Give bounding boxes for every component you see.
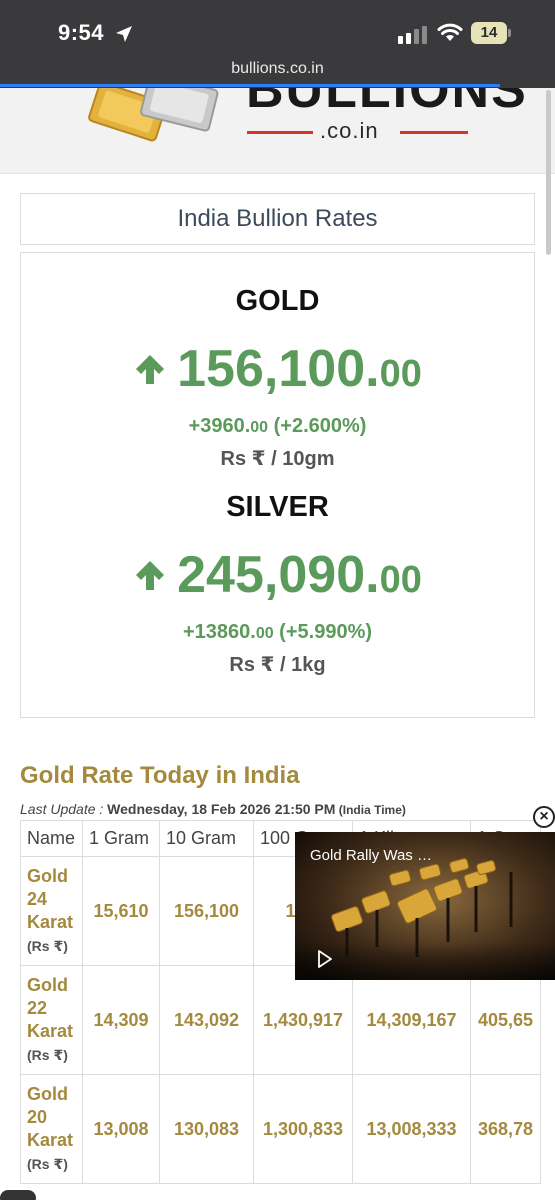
- gold-price-decimals: 00: [379, 353, 422, 395]
- logo-rule-right: [400, 131, 468, 134]
- row-currency: (Rs ₹): [27, 1156, 68, 1172]
- table-cell: 156,100: [159, 856, 254, 966]
- table-cell: 13,008,333: [352, 1074, 471, 1184]
- video-title[interactable]: Gold Rally Was …: [310, 847, 432, 864]
- column-header: 10 Gram: [159, 820, 254, 857]
- table-cell: 143,092: [159, 965, 254, 1075]
- location-arrow-icon: [116, 26, 132, 42]
- last-update-timezone: (India Time): [335, 803, 406, 817]
- gold-label: GOLD: [235, 285, 320, 317]
- battery-icon: 14: [471, 22, 513, 44]
- silver-change-value: +13860.: [182, 621, 256, 643]
- silver-label: SILVER: [226, 491, 329, 523]
- gold-price: 156,100. 00: [21, 339, 534, 399]
- row-name-cell: Gold 22 Karat (Rs ₹): [20, 965, 83, 1075]
- last-update-label: Last Update :: [20, 801, 108, 817]
- column-header: 1 Gram: [82, 820, 160, 857]
- up-arrow-icon: [136, 561, 165, 590]
- gold-price-integer: 156,100.: [177, 340, 380, 398]
- table-cell: 405,65: [470, 965, 541, 1075]
- floating-video-player[interactable]: Gold Rally Was …: [295, 832, 555, 980]
- last-update: Last Update : Wednesday, 18 Feb 2026 21:…: [20, 801, 406, 817]
- status-bar: 9:54 14 bullions.co.in: [0, 0, 555, 88]
- row-currency: (Rs ₹): [27, 1047, 68, 1063]
- section-title: Gold Rate Today in India: [20, 762, 300, 789]
- row-currency: (Rs ₹): [27, 938, 68, 954]
- column-header: Name: [20, 820, 83, 857]
- site-logo-domain: .co.in: [320, 118, 379, 143]
- address-bar-url[interactable]: bullions.co.in: [0, 60, 555, 78]
- last-update-value: Wednesday, 18 Feb 2026 21:50 PM: [107, 801, 336, 817]
- next-row-partial: [0, 1190, 36, 1200]
- site-logo-wordmark: BULLIONS: [246, 88, 528, 119]
- battery-level: 14: [471, 22, 507, 44]
- row-name-line: Gold: [27, 866, 68, 886]
- silver-unit: Rs ₹ / 1kg: [229, 654, 326, 676]
- table-row: Gold 22 Karat (Rs ₹) 14,309 143,092 1,430,9…: [20, 965, 541, 1075]
- silver-price-integer: 245,090.: [177, 546, 380, 604]
- silver-change-decimals: 00: [255, 625, 274, 642]
- row-name-cell: Gold 24 Karat (Rs ₹): [20, 856, 83, 966]
- silver-change: +13860.00 (+5.990%): [21, 621, 534, 644]
- page-title: India Bullion Rates: [20, 193, 535, 245]
- site-header[interactable]: BULLIONS .co.in: [0, 88, 555, 174]
- silver-price-decimals: 00: [379, 559, 422, 601]
- table-cell: 130,083: [159, 1074, 254, 1184]
- rates-panel: GOLD 156,100. 00 +3960.00 (+2.600%) Rs ₹ …: [20, 252, 535, 718]
- cellular-signal-icon: [398, 26, 427, 44]
- gold-bars-logo-image: [88, 88, 219, 142]
- table-cell: 14,309,167: [352, 965, 471, 1075]
- gold-unit: Rs ₹ / 10gm: [220, 448, 335, 470]
- close-icon[interactable]: ×: [533, 806, 555, 828]
- row-name-line: Karat: [27, 1130, 74, 1150]
- logo-rule-left: [247, 131, 313, 134]
- battery-tip: [508, 29, 511, 37]
- video-controls-shade: [295, 942, 555, 980]
- page-scrollbar[interactable]: [546, 90, 551, 255]
- wifi-icon: [437, 23, 463, 41]
- gold-change: +3960.00 (+2.600%): [21, 415, 534, 438]
- row-name-line: Karat: [27, 1021, 74, 1041]
- row-name-line: Karat: [27, 912, 74, 932]
- table-cell: 368,78: [470, 1074, 541, 1184]
- table-row: Gold 20 Karat (Rs ₹) 13,008 130,083 1,300,8…: [20, 1074, 541, 1184]
- table-cell: 14,309: [82, 965, 160, 1075]
- table-cell: 13,008: [82, 1074, 160, 1184]
- row-name-line: Gold: [27, 1084, 68, 1104]
- play-icon[interactable]: [317, 950, 333, 968]
- table-cell: 1,430,917: [253, 965, 353, 1075]
- gold-change-decimals: 00: [250, 419, 269, 436]
- silver-price: 245,090. 00: [21, 545, 534, 605]
- row-name-cell: Gold 20 Karat (Rs ₹): [20, 1074, 83, 1184]
- table-cell: 1,300,833: [253, 1074, 353, 1184]
- row-name-line: Gold: [27, 975, 68, 995]
- table-cell: 15,610: [82, 856, 160, 966]
- page-load-progress: [0, 84, 500, 87]
- row-name-line: 20: [27, 1107, 48, 1127]
- up-arrow-icon: [136, 355, 165, 384]
- silver-change-percent: (+5.990%): [273, 621, 373, 643]
- row-name-line: 22: [27, 998, 48, 1018]
- gold-change-value: +3960.: [188, 415, 251, 437]
- gold-change-percent: (+2.600%): [268, 415, 367, 437]
- status-time: 9:54: [58, 20, 105, 45]
- row-name-line: 24: [27, 889, 48, 909]
